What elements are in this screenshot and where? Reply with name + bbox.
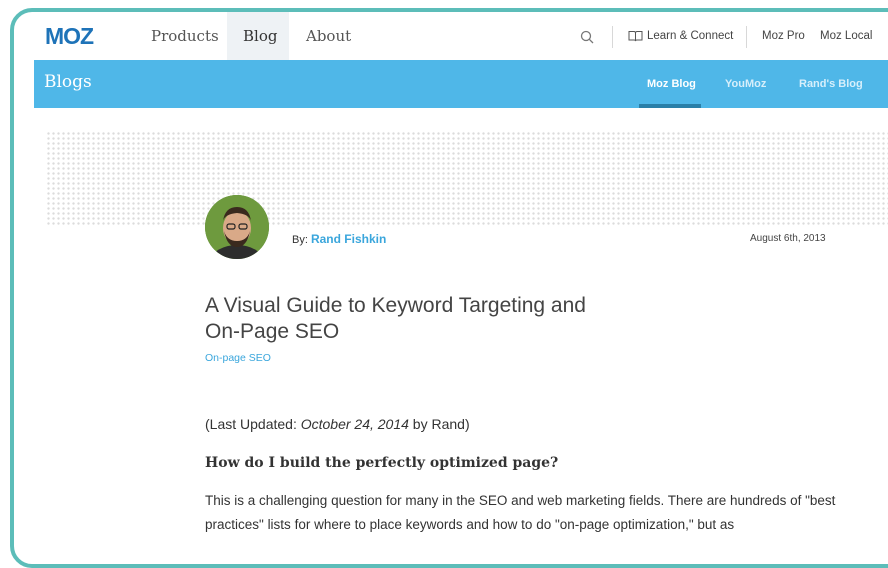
author-avatar[interactable] [205,195,269,259]
blog-subnav-bar: Blogs Moz Blog YouMoz Rand's Blog [34,60,888,108]
updated-suffix: by Rand) [408,416,470,432]
dotted-header-pattern [46,131,888,227]
nav-blog[interactable]: Blog [227,12,289,60]
author-link[interactable]: Rand Fishkin [311,232,386,246]
tab-moz-blog[interactable]: Moz Blog [647,60,696,108]
divider [612,26,613,48]
book-icon [628,31,643,42]
learn-connect-label: Learn & Connect [647,30,734,42]
byline: By: Rand Fishkin [292,232,386,246]
search-icon[interactable] [580,30,594,49]
learn-connect-link[interactable]: Learn & Connect [628,12,733,60]
divider [746,26,747,48]
svg-text:MOZ: MOZ [45,25,94,47]
updated-date: October 24, 2014 [300,416,409,432]
nav-about[interactable]: About [290,12,367,60]
tab-rands-blog[interactable]: Rand's Blog [799,60,863,108]
body-paragraph: This is a challenging question for many … [205,493,836,532]
moz-pro-link[interactable]: Moz Pro [762,12,805,60]
blogs-title[interactable]: Blogs [44,72,92,92]
active-tab-indicator [639,104,701,108]
nav-products[interactable]: Products [135,12,235,60]
section-heading: How do I build the perfectly optimized p… [205,455,559,471]
category-link[interactable]: On-page SEO [205,352,271,364]
tab-youmoz[interactable]: YouMoz [725,60,766,108]
post-date: August 6th, 2013 [750,233,826,244]
top-navigation: MOZ Products Blog About Learn & Connect … [14,12,888,60]
last-updated: (Last Updated: October 24, 2014 by Rand) [205,416,470,432]
moz-logo[interactable]: MOZ [45,23,113,52]
moz-local-link[interactable]: Moz Local [820,12,872,60]
by-label: By: [292,234,308,246]
post-title: A Visual Guide to Keyword Targeting and … [205,294,586,343]
updated-prefix: (Last Updated: [205,416,301,432]
